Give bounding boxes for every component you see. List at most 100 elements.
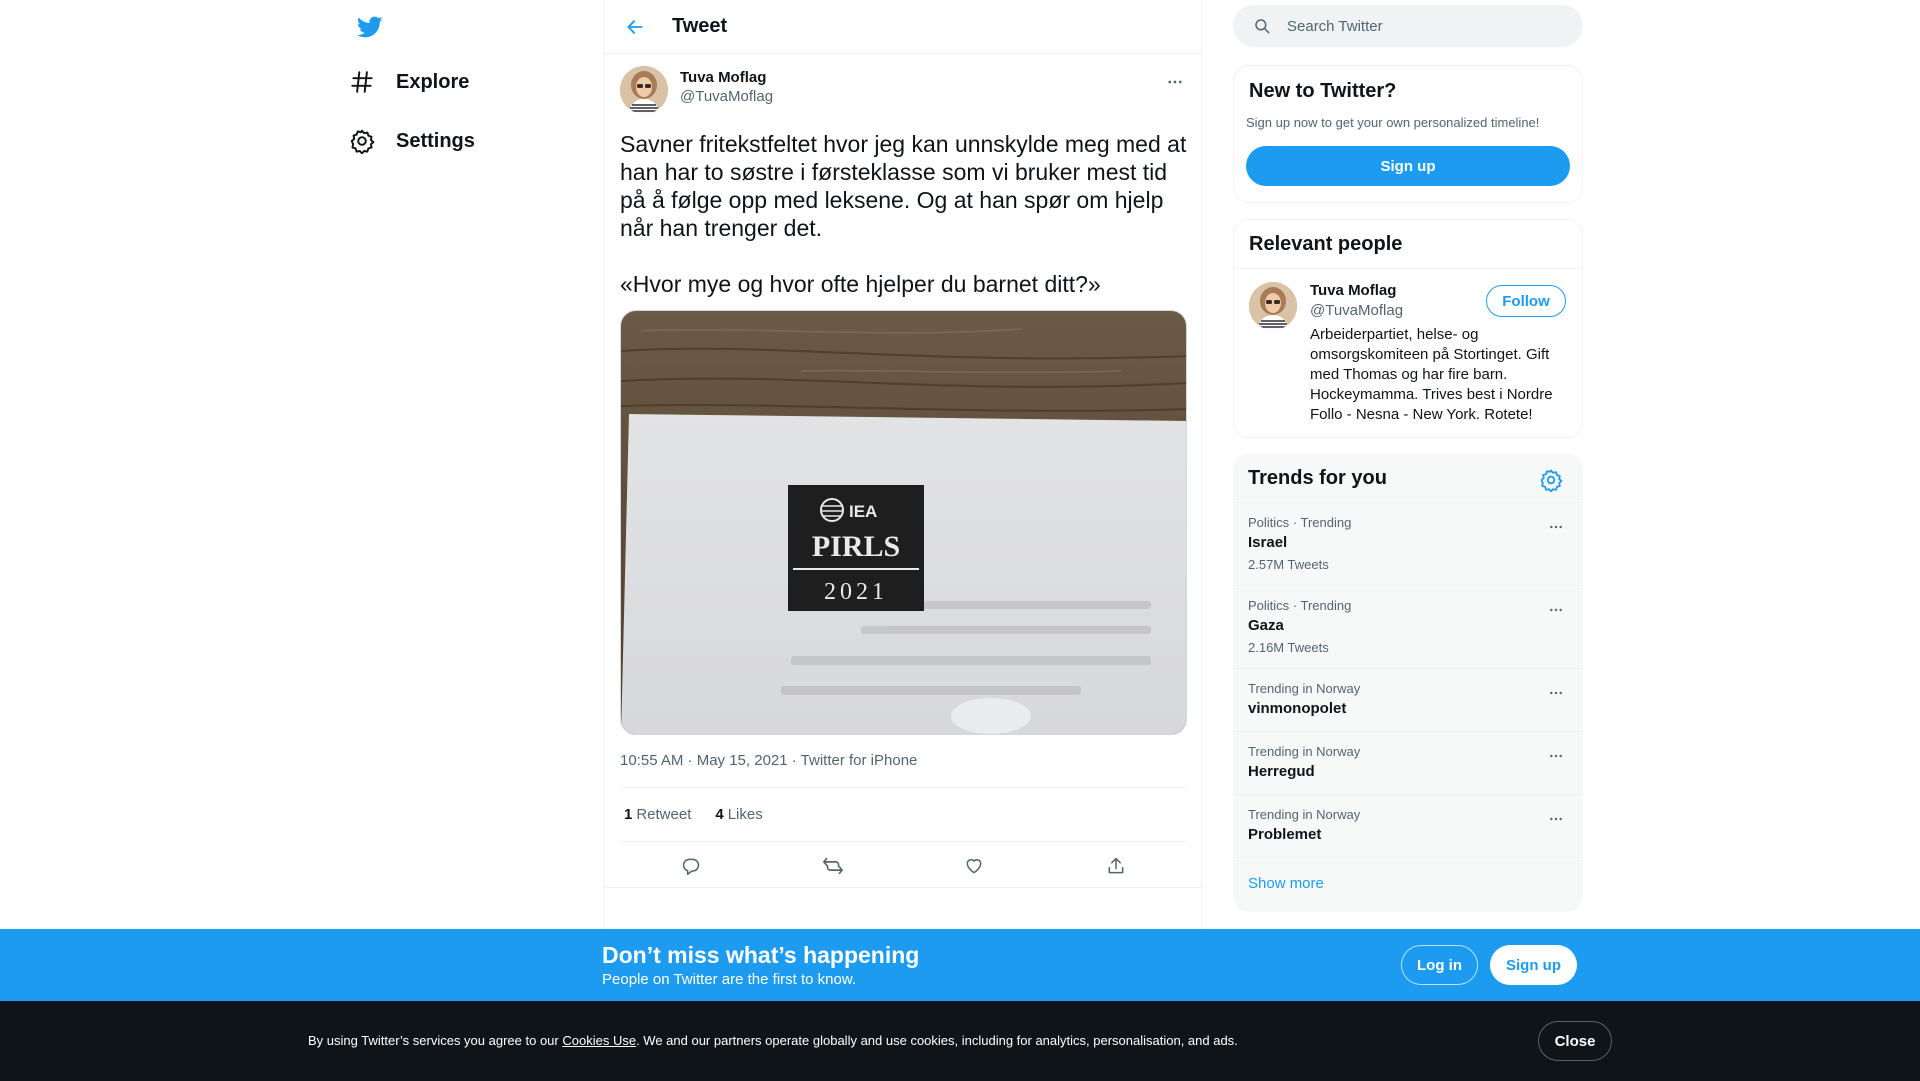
trend-context: Trending in Norway <box>1248 681 1361 696</box>
signup-banner: Don’t miss what’s happening People on Tw… <box>0 929 1920 1001</box>
person-bio: Arbeiderpartiet, helse- og omsorgskomite… <box>1310 326 1553 423</box>
trend-name: vinmonopolet <box>1248 700 1347 717</box>
tweet-meta[interactable]: 10:55 AM · May 15, 2021 · Twitter for iP… <box>620 752 917 769</box>
relevant-people-card: Relevant people Tuva Moflag @TuvaMoflag … <box>1233 219 1583 438</box>
likes-label: Likes <box>727 806 763 823</box>
trend-more-button[interactable] <box>1544 807 1568 831</box>
avatar[interactable] <box>620 66 668 114</box>
show-more-link[interactable]: Show more <box>1248 875 1324 892</box>
reply-button[interactable] <box>674 849 708 883</box>
search-input[interactable] <box>1287 17 1547 35</box>
people-title: Relevant people <box>1249 233 1403 255</box>
share-icon <box>1108 857 1124 874</box>
trend-context: Politics · Trending <box>1248 515 1352 530</box>
cookie-text-after: . We and our partners operate globally a… <box>636 1033 1238 1048</box>
follow-button[interactable]: Follow <box>1486 285 1566 317</box>
retweets-stat[interactable]: 1 Retweet <box>620 806 691 823</box>
more-horizontal-icon <box>1550 754 1562 758</box>
trends-header: Trends for you <box>1233 454 1583 503</box>
nav-explore-label: Explore <box>396 70 470 93</box>
likes-count: 4 <box>715 806 724 823</box>
cookie-text-before: By using Twitter’s services you agree to… <box>308 1033 563 1048</box>
trend-item[interactable]: Trending in Norway vinmonopolet <box>1233 669 1583 732</box>
trends-card: Trends for you Politics · Trending Israe… <box>1233 454 1583 912</box>
gear-icon[interactable] <box>1539 468 1563 492</box>
person-handle[interactable]: @TuvaMoflag <box>1310 302 1403 319</box>
trend-more-button[interactable] <box>1544 681 1568 705</box>
tweet-stats: 1 Retweet 4 Likes <box>620 787 1187 842</box>
trend-count: 2.57M Tweets <box>1248 557 1329 572</box>
main-column: Tweet Tuva Moflag @TuvaMoflag Savner fri… <box>603 0 1203 930</box>
share-button[interactable] <box>1099 849 1133 883</box>
people-header: Relevant people <box>1234 220 1582 269</box>
media-text-iea: IEA <box>849 502 877 521</box>
more-horizontal-icon <box>1550 817 1562 821</box>
signup-button[interactable]: Sign up <box>1246 146 1570 186</box>
arrow-left-icon <box>627 19 643 34</box>
trend-count: 2.16M Tweets <box>1248 640 1329 655</box>
avatar[interactable] <box>1249 282 1297 330</box>
more-horizontal-icon <box>1550 525 1562 529</box>
new-to-twitter-card: New to Twitter? Sign up now to get your … <box>1233 65 1583 203</box>
main-header: Tweet <box>604 0 1201 54</box>
more-options-button[interactable] <box>1163 70 1187 94</box>
trend-name: Israel <box>1248 534 1288 551</box>
banner-title: Don’t miss what’s happening <box>602 942 920 968</box>
page-title: Tweet <box>672 15 728 37</box>
nav-explore[interactable]: Explore <box>349 58 469 106</box>
likes-stat[interactable]: 4 Likes <box>711 806 762 823</box>
cookie-text: By using Twitter’s services you agree to… <box>308 1033 1238 1048</box>
divider <box>604 887 1203 888</box>
search-icon <box>1255 19 1270 34</box>
retweet-button[interactable] <box>816 849 850 883</box>
trend-context: Politics · Trending <box>1248 598 1352 613</box>
more-horizontal-icon <box>1168 80 1182 84</box>
trend-more-button[interactable] <box>1544 515 1568 539</box>
retweet-icon <box>822 857 843 875</box>
reply-icon <box>682 858 700 876</box>
heart-icon <box>966 859 982 874</box>
trend-more-button[interactable] <box>1544 598 1568 622</box>
nav-settings[interactable]: Settings <box>349 117 475 165</box>
media-text-year: 2021 <box>824 579 888 605</box>
tweet-image[interactable]: IEA PIRLS 2021 <box>620 310 1187 735</box>
trend-item[interactable]: Politics · Trending Gaza 2.16M Tweets <box>1233 586 1583 669</box>
app-root: Explore Settings Tweet Tuva Moflag @Tuva… <box>0 0 1920 1081</box>
trend-name: Problemet <box>1248 826 1322 843</box>
close-button[interactable]: Close <box>1538 1021 1612 1061</box>
trends-title: Trends for you <box>1248 467 1387 489</box>
person-name[interactable]: Tuva Moflag <box>1310 282 1396 299</box>
new-card-subtitle: Sign up now to get your own personalized… <box>1246 115 1540 130</box>
search-box[interactable] <box>1233 5 1583 47</box>
tweet-author[interactable]: Tuva Moflag @TuvaMoflag <box>620 66 773 114</box>
tweet-actions <box>620 842 1187 890</box>
hashtag-icon <box>351 71 373 93</box>
trend-item[interactable]: Trending in Norway Herregud <box>1233 732 1583 795</box>
like-button[interactable] <box>957 849 991 883</box>
more-horizontal-icon <box>1550 691 1562 695</box>
trend-item[interactable]: Trending in Norway Problemet <box>1233 795 1583 858</box>
more-horizontal-icon <box>1550 608 1562 612</box>
nav-settings-label: Settings <box>396 129 475 152</box>
trend-name: Herregud <box>1248 763 1315 780</box>
tweet-text: Savner fritekstfeltet hvor jeg kan unnsk… <box>620 131 1187 297</box>
retweets-count: 1 <box>624 806 633 823</box>
twitter-bird-icon[interactable] <box>349 10 393 44</box>
trend-name: Gaza <box>1248 617 1284 634</box>
author-handle[interactable]: @TuvaMoflag <box>680 88 773 105</box>
banner-signup-button[interactable]: Sign up <box>1490 945 1577 985</box>
author-name[interactable]: Tuva Moflag <box>680 69 773 86</box>
cookie-bar: By using Twitter’s services you agree to… <box>0 1001 1920 1081</box>
trend-more-button[interactable] <box>1544 744 1568 768</box>
new-card-title: New to Twitter? <box>1249 80 1397 102</box>
media-text-pirls: PIRLS <box>812 530 900 563</box>
back-button[interactable] <box>618 10 652 44</box>
trend-context: Trending in Norway <box>1248 744 1361 759</box>
cookies-use-link[interactable]: Cookies Use <box>562 1033 636 1048</box>
trend-context: Trending in Norway <box>1248 807 1361 822</box>
banner-subtitle: People on Twitter are the first to know. <box>602 971 857 988</box>
login-button[interactable]: Log in <box>1401 945 1478 985</box>
gear-icon <box>350 129 375 154</box>
trend-item[interactable]: Politics · Trending Israel 2.57M Tweets <box>1233 503 1583 586</box>
retweets-label: Retweet <box>636 806 692 823</box>
